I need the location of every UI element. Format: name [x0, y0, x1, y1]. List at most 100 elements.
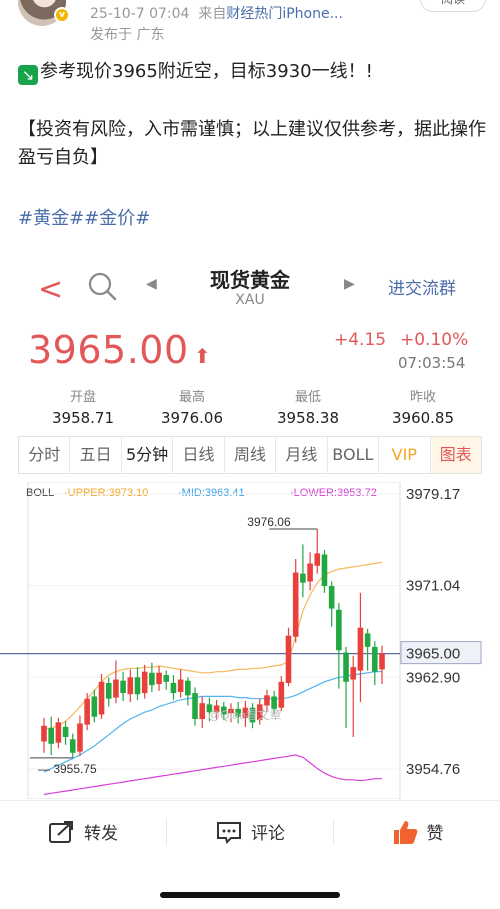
y-tick-label: 3954.76: [406, 761, 460, 778]
candle-body: [120, 680, 126, 694]
candle-body: [141, 671, 148, 694]
stat-label: 最高: [178, 390, 205, 405]
quote-screenshot: < ◀ 现货黄金 XAU ▶ 进交流群 3965.00 ⬆ +4.15 +0.1…: [0, 254, 500, 799]
post-line-1-text: 参考现价3965附近空，目标3930一线！!: [40, 61, 373, 82]
verified-badge-icon: v: [54, 7, 70, 23]
home-indicator: [160, 892, 340, 898]
share-icon: [49, 820, 73, 843]
candle-body: [185, 680, 191, 696]
candle-body: [41, 725, 47, 742]
follow-button[interactable]: 阅读: [420, 0, 486, 12]
candle-body: [307, 563, 313, 582]
stat-value: 3960.85: [391, 409, 455, 427]
candle-body: [285, 635, 292, 683]
tab-chart[interactable]: 图表: [430, 437, 481, 473]
stat-label: 开盘: [69, 390, 96, 405]
y-tick-label: 3965.00: [406, 646, 460, 663]
candle-body: [300, 573, 306, 583]
thumbs-up-icon: [393, 820, 417, 844]
tab-monthly[interactable]: 月线: [276, 437, 328, 473]
candle-body: [77, 723, 83, 752]
candle-body: [357, 627, 364, 671]
candle-body: [314, 553, 321, 566]
low-label: — 3955.75: [38, 762, 97, 776]
high-label: 3976.06: [247, 515, 291, 529]
price-up-arrow-icon: ⬆: [194, 344, 211, 368]
comment-icon: [217, 821, 241, 844]
candle-body: [372, 646, 378, 672]
post-source[interactable]: 财经热门iPhone...: [226, 6, 343, 22]
candle-body: [91, 696, 98, 717]
like-label: 赞: [426, 824, 444, 844]
post-line-2: 【投资有风险，入市需谨慎；以上建议仅供参考，据此操作盈亏自负】: [18, 119, 486, 168]
comment-button[interactable]: 评论: [167, 819, 333, 844]
tab-intraday[interactable]: 分时: [19, 437, 71, 473]
candle-body: [69, 739, 76, 753]
price-change: +4.15: [334, 330, 387, 350]
watermark: @Qiao看文章: [208, 707, 282, 722]
like-button[interactable]: 赞: [334, 818, 500, 846]
candle-body: [127, 677, 134, 695]
post-from: 来自: [198, 6, 227, 22]
boll-lower-label: ·LOWER:3953.72: [290, 487, 377, 499]
join-group-button[interactable]: 进交流群: [388, 274, 456, 299]
candle-body: [343, 652, 349, 682]
candle-body: [62, 726, 69, 738]
candle-body: [271, 696, 277, 709]
candle-body: [350, 667, 357, 680]
candlestick-chart[interactable]: BOLL ·UPPER:3973.10 ·MID:3963.41 ·LOWER:…: [0, 482, 500, 799]
tab-vip[interactable]: VIP: [379, 437, 431, 473]
candle-body: [98, 681, 105, 715]
candle-body: [156, 672, 162, 685]
y-tick-label: 3962.90: [406, 669, 460, 686]
candle-body: [264, 695, 270, 706]
stat-label: 昨收: [409, 390, 436, 405]
stat-high: 最高 3976.06: [142, 386, 242, 427]
price-change-percent: +0.10%: [400, 330, 469, 350]
next-arrow-icon[interactable]: ▶: [344, 276, 355, 292]
tab-daily[interactable]: 日线: [173, 437, 225, 473]
period-tabs: 分时 五日 5分钟 日线 周线 月线 BOLL VIP 图表: [18, 436, 482, 474]
candle-body: [199, 703, 206, 719]
candle-body: [48, 727, 54, 744]
y-tick-label: 3971.04: [406, 578, 460, 595]
tab-weekly[interactable]: 周线: [225, 437, 277, 473]
comment-label: 评论: [251, 824, 285, 844]
stat-prev-close: 昨收 3960.85: [373, 386, 473, 427]
tab-5min[interactable]: 5分钟: [122, 437, 174, 473]
boll-label: BOLL: [26, 487, 54, 499]
candle-body: [55, 722, 62, 743]
post-location: 发布于 广东: [90, 27, 165, 43]
action-bar: 转发 评论 赞: [0, 800, 500, 862]
stat-value: 3958.71: [51, 409, 115, 427]
post-hashtags[interactable]: #黄金##金价#: [18, 204, 150, 230]
trend-down-icon: ↘: [18, 65, 38, 85]
candle-body: [163, 675, 170, 682]
stat-open: 开盘 3958.71: [33, 386, 133, 427]
tab-boll[interactable]: BOLL: [328, 437, 380, 473]
share-label: 转发: [84, 824, 118, 844]
quote-time: 07:03:54: [398, 354, 466, 372]
candle-body: [192, 693, 198, 719]
share-button[interactable]: 转发: [0, 819, 166, 844]
post-time: 25-10-7 07:04: [90, 6, 190, 22]
stat-value: 3958.38: [276, 409, 340, 427]
boll-upper-label: ·UPPER:3973.10: [64, 487, 148, 499]
candle-body: [134, 677, 141, 695]
candle-body: [177, 679, 184, 692]
current-price: 3965.00: [28, 328, 189, 372]
tab-five-day[interactable]: 五日: [70, 437, 122, 473]
boll-mid-label: ·MID:3963.41: [178, 487, 245, 499]
stat-low: 最低 3958.38: [258, 386, 358, 427]
candle-body: [292, 572, 299, 637]
post-meta: 25-10-7 07:04 来自财经热门iPhone...: [90, 3, 343, 23]
candle-body: [149, 672, 155, 686]
candle-body: [170, 682, 177, 694]
stat-label: 最低: [294, 390, 321, 405]
candle-body: [84, 698, 90, 725]
y-tick-label: 3979.17: [406, 486, 460, 503]
stat-value: 3976.06: [160, 409, 224, 427]
candle-body: [364, 633, 371, 647]
candle-body: [328, 586, 335, 609]
candle-body: [105, 682, 112, 699]
